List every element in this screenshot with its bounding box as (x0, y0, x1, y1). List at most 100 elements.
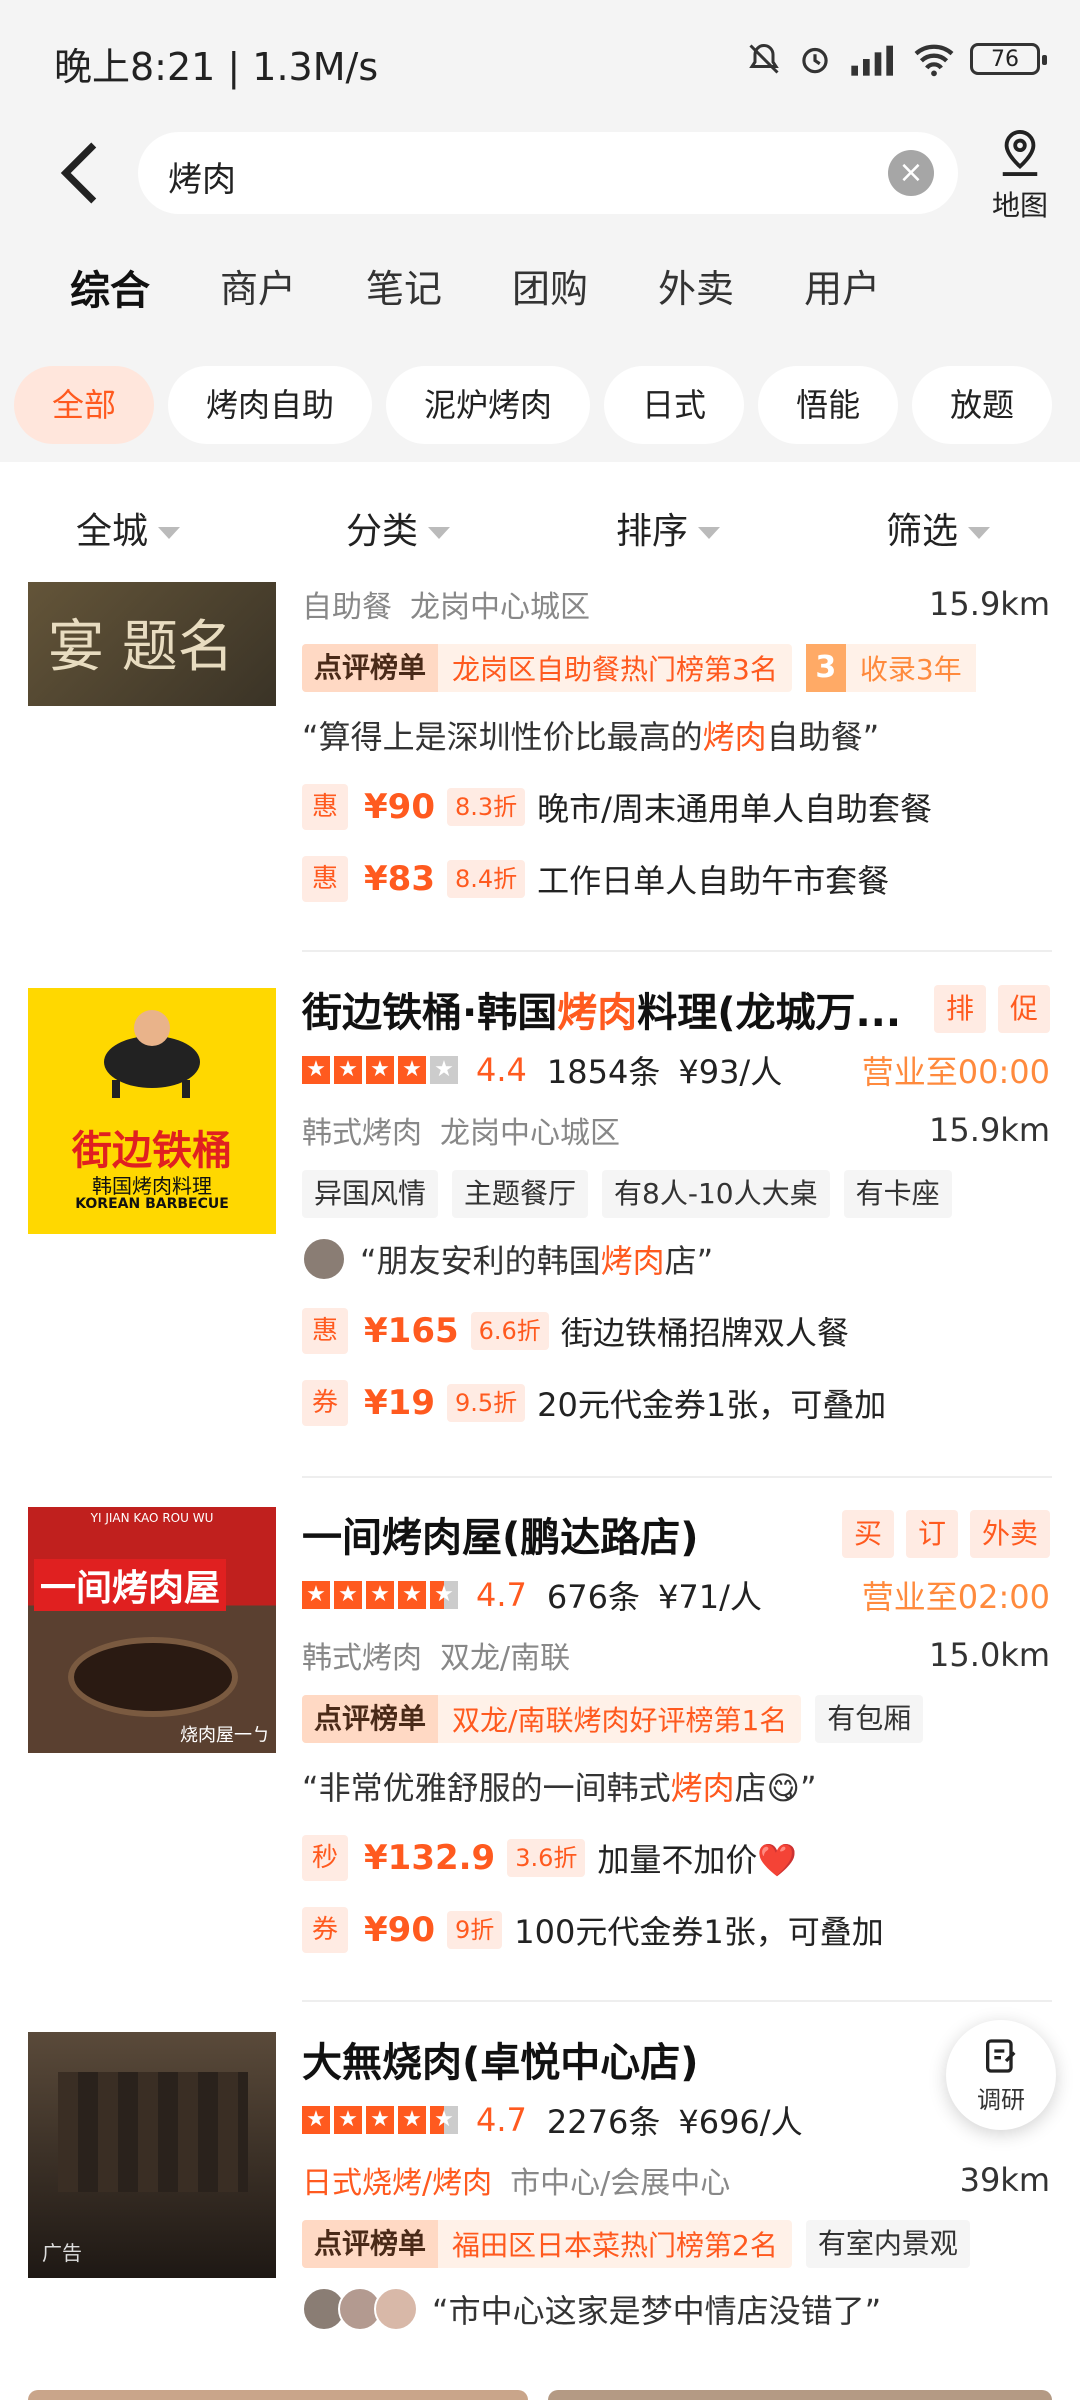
quote-post: 店” (664, 1242, 714, 1280)
chip-clay-stove-bbq[interactable]: 泥炉烤肉 (386, 366, 591, 444)
filter-category-label[interactable]: 分类 (346, 511, 418, 552)
tab-merchants[interactable]: 商户 (220, 258, 296, 316)
star-icon: ★ (430, 2106, 458, 2134)
restaurant-name[interactable]: 街边铁桶·韩国烤肉料理(龙城万... (302, 980, 901, 1038)
category: 韩式烤肉 (302, 1116, 422, 1151)
name-highlight[interactable]: 烤肉 (557, 990, 637, 1036)
back-arrow-icon[interactable] (48, 138, 108, 208)
star-icon: ★ (398, 1056, 426, 1084)
chip-all[interactable]: 全部 (14, 366, 155, 444)
star-icon: ★ (430, 1056, 458, 1084)
name-post[interactable]: 料理(龙城万... (637, 990, 901, 1036)
mute-bell-icon (749, 43, 779, 74)
name-pre[interactable]: 街边铁桶·韩国 (302, 990, 557, 1036)
result-tabs: 综合 商户 笔记 团购 外卖 用户 (68, 258, 950, 320)
filter-refine[interactable]: 筛选 (886, 502, 991, 554)
rank-badge-label: 点评榜单 (302, 1695, 439, 1743)
rank-badge[interactable]: 点评榜单 龙岗区自助餐热门榜第3名 (302, 644, 792, 692)
tab-notes[interactable]: 笔记 (366, 258, 442, 316)
tag-ranking: 排 (933, 985, 986, 1033)
rating-score: 4.7 (476, 1576, 527, 1614)
deal-discount: 3.6折 (507, 1839, 586, 1877)
avg-price: ¥71/人 (657, 1578, 762, 1616)
deal-row[interactable]: 惠 ¥83 8.4折 工作日单人自助午市套餐 (302, 856, 1050, 902)
star-icon: ★ (334, 1056, 362, 1084)
star-icon: ★ (366, 1581, 394, 1609)
quote-post: 店😋” (734, 1769, 817, 1807)
chip-bbq-buffet[interactable]: 烤肉自助 (168, 366, 373, 444)
search-input[interactable]: 烤肉 × (138, 132, 958, 214)
tab-users[interactable]: 用户 (804, 258, 880, 316)
avg-price: ¥696/人 (678, 2103, 803, 2141)
star-icon: ★ (334, 2106, 362, 2134)
signal-icon (851, 45, 893, 76)
filter-sort[interactable]: 排序 (616, 502, 721, 554)
restaurant-name[interactable]: 大無烧肉(卓悦中心店) (302, 2030, 699, 2088)
rank-row: 点评榜单 福田区日本菜热门榜第2名 有室内景观 (302, 2220, 1050, 2268)
review-quote: “市中心这家是梦中情店没错了” (302, 2286, 1050, 2332)
deal-row[interactable]: 券 ¥19 9.5折 20元代金券1张，可叠加 (302, 1380, 1050, 1426)
category-row: 韩式烤肉 双龙/南联 15.0km (302, 1633, 1050, 1677)
rank-badge[interactable]: 点评榜单 双龙/南联烤肉好评榜第1名 (302, 1695, 802, 1743)
distance: 15.9km (929, 585, 1050, 623)
filter-city[interactable]: 全城 (76, 502, 181, 554)
restaurant-thumbnail[interactable]: 街边铁桶 韩国烤肉料理 KOREAN BARBECUE (28, 988, 276, 1234)
tab-all[interactable]: 综合 (68, 258, 152, 320)
map-button[interactable]: 地图 (980, 128, 1060, 228)
interior-image (58, 2072, 248, 2192)
filter-category[interactable]: 分类 (346, 502, 451, 554)
rank-badge[interactable]: 点评榜单 福田区日本菜热门榜第2名 (302, 2220, 792, 2268)
star-icon: ★ (334, 1581, 362, 1609)
star-rating: ★ ★ ★ ★ ★ (302, 2106, 458, 2134)
deal-row[interactable]: 惠 ¥90 8.3折 晚市/周末通用单人自助套餐 (302, 784, 1050, 830)
tag-book: 订 (905, 1510, 958, 1558)
tag-promo: 促 (997, 985, 1050, 1033)
restaurant-thumbnail[interactable]: 广告 (28, 2032, 276, 2278)
search-query[interactable]: 烤肉 (168, 152, 236, 201)
category-row: 日式烧烤/烤肉 市中心/会展中心 39km (302, 2158, 1050, 2202)
chip-japanese[interactable]: 日式 (604, 366, 745, 444)
restaurant-name[interactable]: 一间烤肉屋(鹏达路店) (302, 1505, 699, 1563)
clear-icon[interactable]: × (888, 150, 934, 196)
edit-note-icon (986, 2039, 1016, 2073)
open-hours: 营业至02:00 (861, 1578, 1050, 1616)
tab-delivery[interactable]: 外卖 (658, 258, 734, 316)
star-icon: ★ (366, 1056, 394, 1084)
list-item[interactable]: YI JIAN KAO ROU WU 一间烤肉屋 烧肉屋一ㄅ 一间烤肉屋(鹏达路… (0, 1507, 1080, 2027)
deal-price: ¥90 (364, 787, 435, 827)
deal-row[interactable]: 秒 ¥132.9 3.6折 加量不加价❤️ (302, 1835, 1050, 1881)
rank-row: 点评榜单 龙岗区自助餐热门榜第3名 3 收录3年 (302, 644, 1050, 692)
next-item-peek (548, 2390, 1052, 2400)
restaurant-thumbnail[interactable]: YI JIAN KAO ROU WU 一间烤肉屋 烧肉屋一ㄅ (28, 1507, 276, 1753)
list-item[interactable]: 广告 大無烧肉(卓悦中心店) ★ ★ ★ ★ ★ 4.7 2276条 ¥696/人 日式… (0, 2032, 1080, 2400)
survey-label[interactable]: 调研 (946, 2080, 1056, 2115)
deal-text: 晚市/周末通用单人自助套餐 (537, 790, 932, 828)
chip-all-you-can-eat[interactable]: 放题 (912, 366, 1053, 444)
feature-tag: 主题餐厅 (452, 1170, 589, 1218)
category-chips: 全部 烤肉自助 泥炉烤肉 日式 悟能 放题 (14, 366, 1053, 444)
survey-button[interactable]: 调研 (946, 2020, 1056, 2130)
area: 龙岗中心城区 (410, 590, 590, 625)
list-item[interactable]: 街边铁桶 韩国烤肉料理 KOREAN BARBECUE 街边铁桶·韩国烤肉料理(… (0, 982, 1080, 1502)
filter-sort-label[interactable]: 排序 (616, 511, 688, 552)
deal-row[interactable]: 券 ¥90 9折 100元代金券1张，可叠加 (302, 1907, 1050, 1953)
map-label[interactable]: 地图 (980, 184, 1060, 224)
deal-badge: 惠 (302, 784, 348, 830)
filter-refine-label[interactable]: 筛选 (886, 511, 958, 552)
chip-wuneng[interactable]: 悟能 (758, 366, 899, 444)
deal-price: ¥90 (364, 1910, 435, 1950)
filter-city-label[interactable]: 全城 (76, 511, 148, 552)
distance: 15.0km (929, 1636, 1050, 1674)
restaurant-thumbnail[interactable]: 宴 题名 (28, 582, 276, 706)
results-list: 宴 题名 自助餐 龙岗中心城区 15.9km 点评榜单 龙岗区自助餐热门榜第3名 … (0, 582, 1080, 2400)
quote-post: 自助餐” (766, 718, 880, 756)
thumbnail-text: 宴 题名 (48, 615, 234, 680)
rating-row: ★ ★ ★ ★ ★ 4.4 1854条 ¥93/人 营业至00:00 (302, 1048, 1050, 1092)
tab-group-buy[interactable]: 团购 (512, 258, 588, 316)
deal-row[interactable]: 惠 ¥165 6.6折 街边铁桶招牌双人餐 (302, 1308, 1050, 1354)
category-row: 自助餐 龙岗中心城区 15.9km (302, 582, 1050, 626)
deal-badge: 惠 (302, 1308, 348, 1354)
star-icon: ★ (302, 2106, 330, 2134)
star-rating: ★ ★ ★ ★ ★ (302, 1581, 458, 1609)
feature-tag: 有卡座 (843, 1170, 952, 1218)
